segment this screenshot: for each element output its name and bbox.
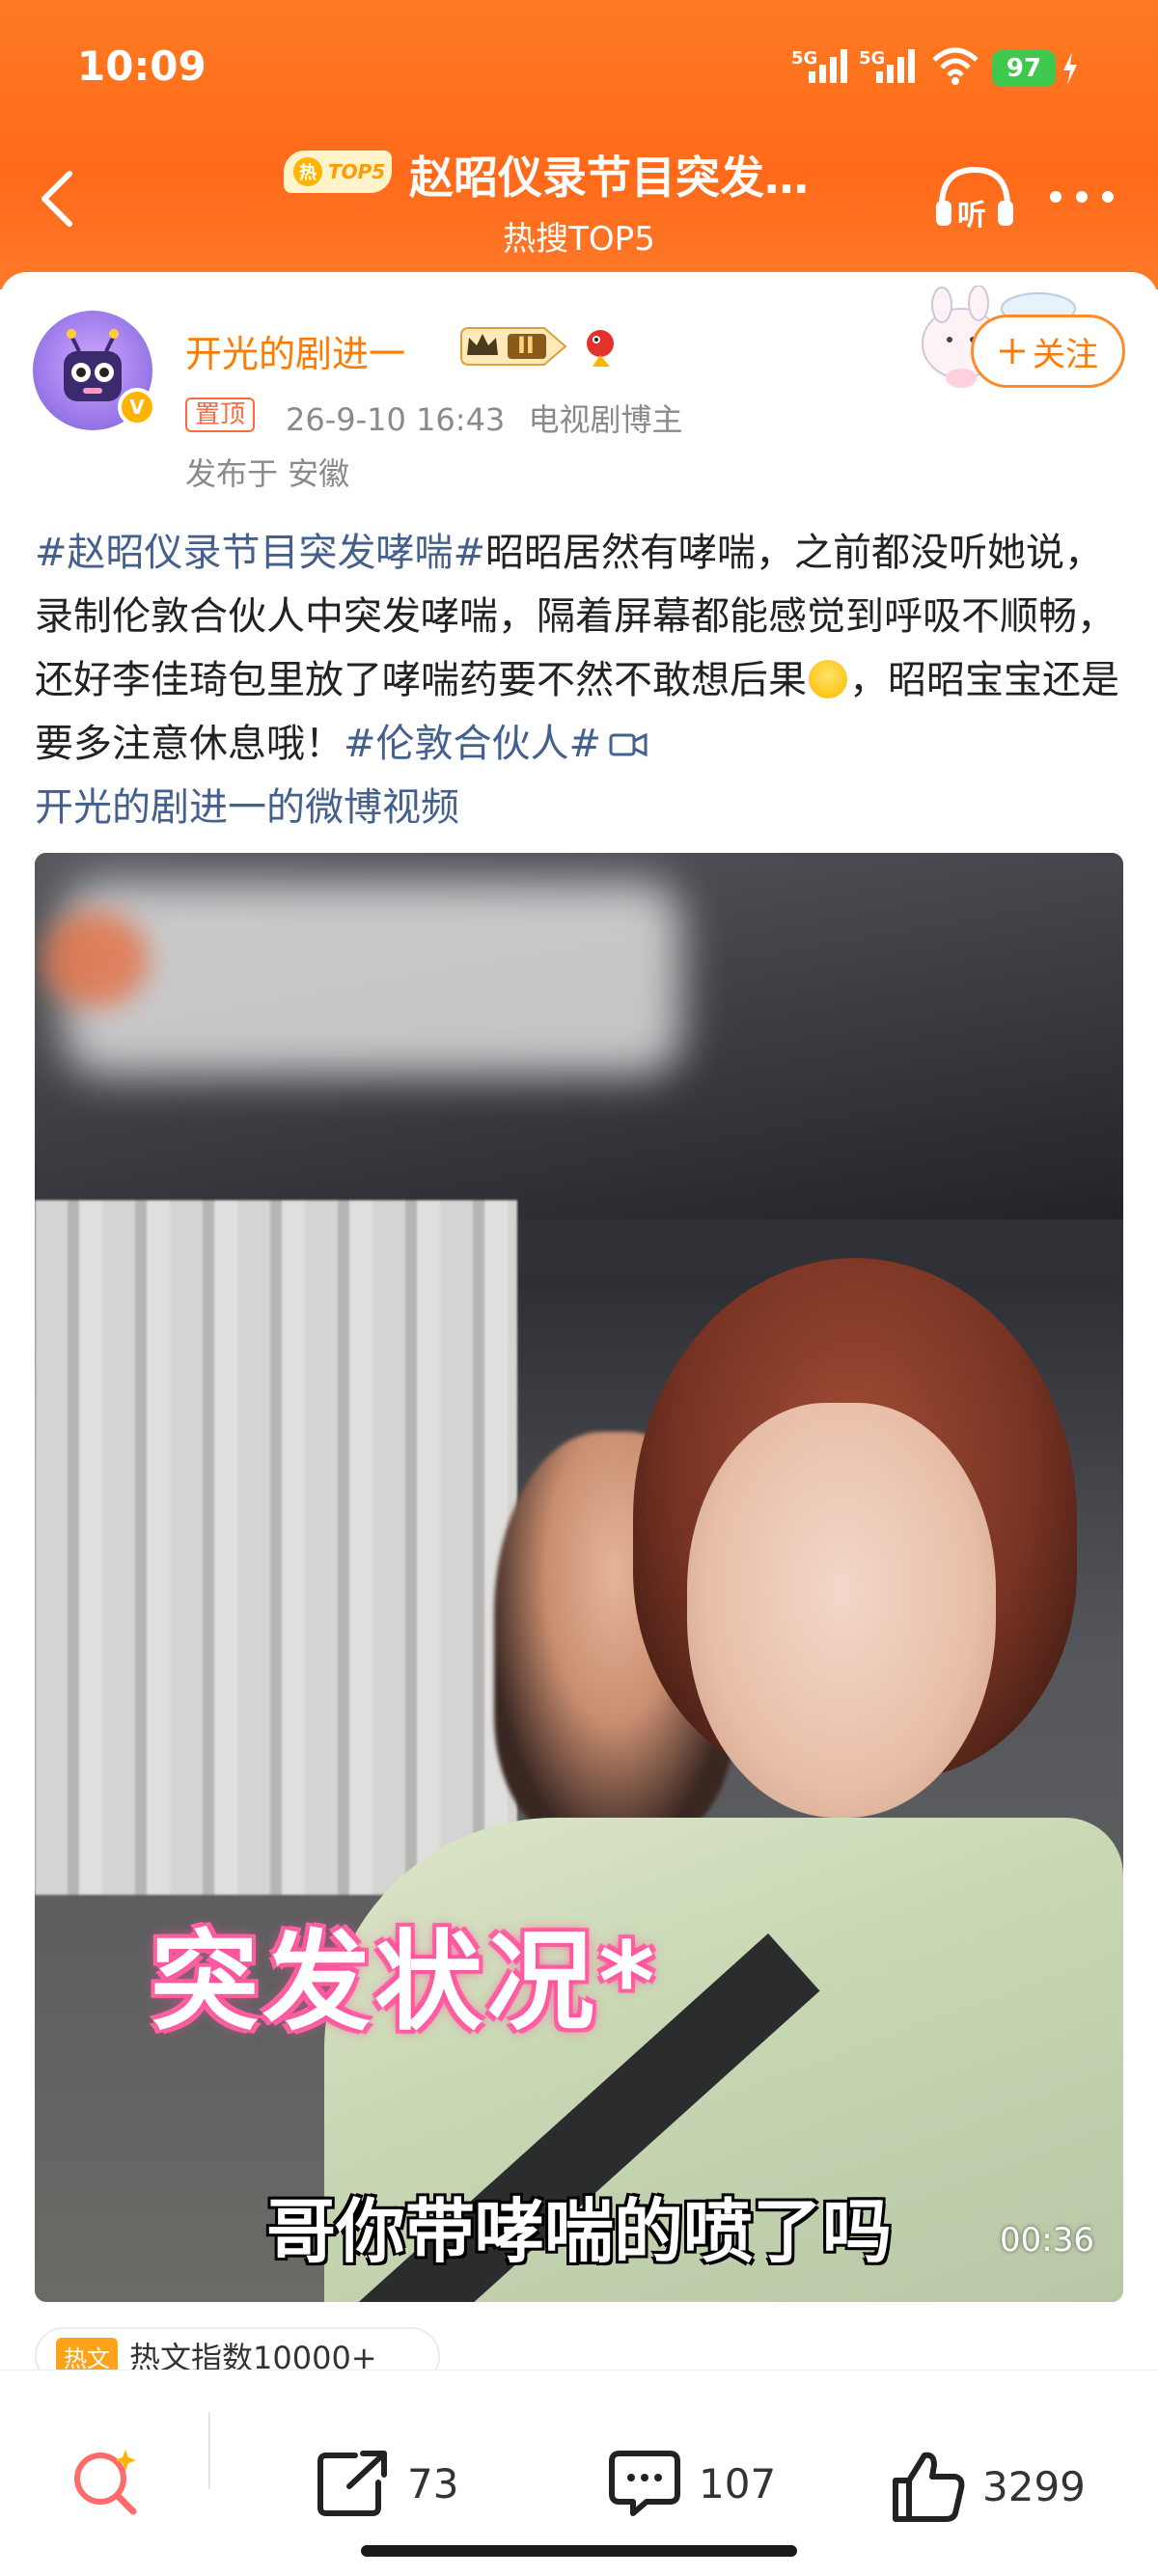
video-subtitle: 哥你带哮喘的喷了吗 [265,2191,892,2272]
video-player[interactable]: 突发状况* 哥你带哮喘的喷了吗 00:36 [35,853,1123,2302]
more-options-icon[interactable] [1048,189,1116,205]
header: 10:09 5G 5G 97 热 TOP5 赵昭仪录节目突发… 热搜TOP5 听 [0,0,1158,289]
repost-count: 73 [407,2459,459,2507]
weibo-post-page: 10:09 5G 5G 97 热 TOP5 赵昭仪录节目突发… 热搜TOP5 听… [0,0,1158,2576]
repost-icon [317,2451,387,2516]
signal-icon [809,49,847,83]
author-name[interactable]: 开光的剧进一 [185,324,405,377]
wifi-icon [932,47,979,85]
follow-button[interactable]: 关注 [971,315,1125,388]
video-blur-region [64,882,681,1075]
crown-level-icon [460,327,567,366]
video-person-face [687,1403,996,1818]
post-meta: 26-9-10 16:43 电视剧博主 [286,396,682,440]
home-indicator [361,2545,797,2557]
bottom-divider [208,2412,210,2489]
pinned-tag: 置顶 [185,397,256,432]
hot-badge-text: TOP5 [328,160,386,183]
author-role: 电视剧博主 [528,401,683,438]
post-location: 发布于 安徽 [185,455,350,492]
battery-indicator: 97 [992,50,1056,87]
comment-count: 107 [699,2459,777,2507]
status-time: 10:09 [77,42,207,90]
level-badge: II [459,326,569,367]
hot-badge-char: 热 [293,157,322,186]
charging-bolt-icon [1063,52,1077,85]
status-bar: 10:09 5G 5G 97 [0,0,1158,135]
like-button[interactable]: 3299 [892,2450,1086,2523]
level-text: II [517,332,535,359]
video-link[interactable]: 开光的剧进一的微博视频 [35,785,459,830]
plus-icon [1000,339,1025,364]
signal-icon [876,49,915,83]
hashtag-link[interactable]: #伦敦合伙人# [344,722,601,766]
worried-face-icon [809,660,847,699]
fire-bird-icon [587,330,614,367]
verified-badge: V [118,388,156,426]
like-count: 3299 [982,2462,1086,2510]
comment-icon [609,2451,680,2516]
video-blur-logo [42,911,149,1007]
comment-button[interactable]: 107 [608,2450,776,2517]
repost-button[interactable]: 73 [317,2450,458,2517]
follow-label: 关注 [1033,335,1098,374]
video-overlay-caption: 突发状况* [151,1920,659,2045]
post-content: #赵昭仪录节目突发哮喘#昭昭居然有哮喘，之前都没听她说，录制伦敦合伙人中突发哮喘… [35,521,1125,839]
thumbs-up-icon [893,2452,965,2522]
search-ai-icon[interactable] [68,2444,145,2521]
hashtag-link[interactable]: #赵昭仪录节目突发哮喘# [35,531,485,575]
hot-search-badge: 热 TOP5 [284,151,392,193]
post-date: 26-9-10 16:43 [286,401,506,438]
page-title: 赵昭仪录节目突发… [409,151,809,204]
video-duration: 00:36 [1000,2221,1094,2260]
video-scene-curtain [35,1200,517,1895]
video-camera-icon [609,732,648,757]
listen-label: 听 [957,199,986,233]
listen-button[interactable]: 听 [932,162,1017,233]
